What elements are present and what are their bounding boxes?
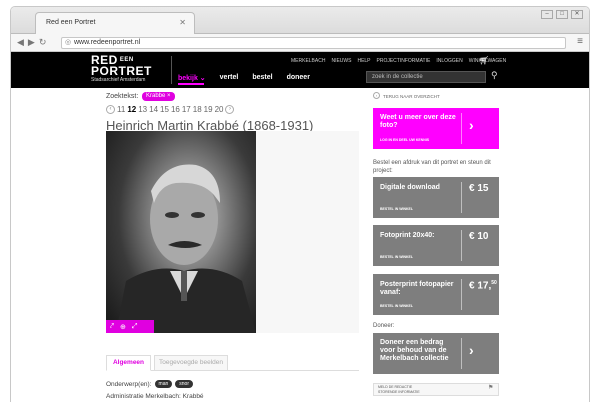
- tab-toegevoegde-beelden[interactable]: Toegevoegde beelden: [154, 355, 228, 371]
- nav-bekijk[interactable]: bekijk ⌄: [178, 74, 206, 82]
- flag-icon[interactable]: ⚑: [488, 385, 493, 391]
- box-separator: [461, 182, 462, 213]
- donate-box[interactable]: Doneer een bedrag voor behoud van de Mer…: [373, 333, 499, 374]
- site-logo[interactable]: RED EEN PORTRET Stadsarchief Amsterdam: [91, 54, 171, 84]
- close-window-icon[interactable]: ✕: [571, 10, 583, 19]
- onderwerp-row: Onderwerp(en): man snor: [106, 380, 193, 388]
- browser-tabbar: Red een Portret ✕ – □ ✕: [11, 7, 589, 34]
- photo-side-area: [256, 131, 359, 333]
- header-divider: [171, 56, 172, 84]
- subject-tag[interactable]: man: [154, 380, 173, 388]
- globe-icon: ◎: [65, 39, 72, 46]
- product-price: € 15: [469, 183, 489, 194]
- search-icon[interactable]: ⚲: [491, 70, 498, 81]
- maximize-icon[interactable]: □: [556, 10, 568, 19]
- chevron-right-icon[interactable]: ›: [469, 342, 474, 358]
- doneer-label: Doneer:: [373, 323, 395, 329]
- nav-bestel[interactable]: bestel: [252, 74, 272, 82]
- product-title: Fotoprint 20x40:: [380, 232, 435, 239]
- link-merkelbach[interactable]: MERKELBACH: [291, 58, 325, 64]
- logo-stadsarchief: Stadsarchief Amsterdam: [91, 77, 146, 83]
- tab-algemeen[interactable]: Algemeen: [106, 355, 151, 371]
- share-icon[interactable]: ⤤: [110, 323, 114, 331]
- product-price: € 10: [469, 231, 489, 242]
- subject-tag[interactable]: snor: [175, 380, 193, 388]
- bestel-intro: Bestel een afdruk van dit portret en ste…: [373, 160, 491, 174]
- page-link[interactable]: 17: [182, 105, 191, 114]
- order-link[interactable]: BESTEL IN WINKEL: [380, 255, 413, 259]
- page-link[interactable]: 15: [160, 105, 169, 114]
- search-term-tag[interactable]: Krabbe ×: [142, 92, 175, 101]
- box-separator: [461, 338, 462, 369]
- browser-window: Red een Portret ✕ – □ ✕ ◀▶↻ ◎ www.redeen…: [10, 6, 590, 402]
- link-projectinformatie[interactable]: PROJECTINFORMATIE: [377, 58, 431, 64]
- page-link[interactable]: 16: [171, 105, 180, 114]
- page-link[interactable]: 13: [138, 105, 147, 114]
- top-links: MERKELBACH NIEUWS HELP PROJECTINFORMATIE…: [291, 58, 506, 64]
- back-arrow-icon[interactable]: ‹: [373, 92, 380, 99]
- zoektekst-label: Zoektekst:: [106, 93, 139, 100]
- address-bar[interactable]: ◎ www.redeenportret.nl: [61, 37, 566, 49]
- url-text: www.redeenportret.nl: [74, 39, 141, 46]
- back-to-overview-link[interactable]: TERUG NAAR OVERZICHT: [383, 94, 509, 99]
- box-separator: [461, 279, 462, 310]
- window-controls: – □ ✕: [541, 10, 583, 19]
- cart-icon[interactable]: 🛒︎: [479, 56, 489, 65]
- info-box[interactable]: Weet u meer over deze foto? LOG IN EN DE…: [373, 108, 499, 149]
- logo-portret: PORTRET: [91, 64, 152, 78]
- prev-page-icon[interactable]: ‹: [106, 105, 115, 114]
- product-posterprint[interactable]: Posterprint fotopapier vanaf: BESTEL IN …: [373, 274, 499, 315]
- link-nieuws[interactable]: NIEUWS: [331, 58, 351, 64]
- page-link[interactable]: 18: [193, 105, 202, 114]
- info-box-title: Weet u meer over deze foto?: [380, 114, 456, 129]
- nav-vertel[interactable]: vertel: [220, 74, 239, 82]
- portrait-photo[interactable]: [106, 131, 256, 333]
- order-link[interactable]: BESTEL IN WINKEL: [380, 304, 413, 308]
- box-separator: [461, 230, 462, 261]
- browser-toolbar: ◀▶↻ ◎ www.redeenportret.nl ≡: [11, 34, 589, 52]
- onderwerp-label: Onderwerp(en):: [106, 380, 152, 388]
- product-title: Digitale download: [380, 184, 440, 191]
- detail-tabs: Algemeen Toegevoegde beelden: [106, 355, 359, 371]
- link-inloggen[interactable]: INLOGGEN: [436, 58, 462, 64]
- photo-actions-bar: ⤤ ⊕ ⤢: [106, 320, 154, 333]
- zoom-icon[interactable]: ⊕: [120, 323, 126, 331]
- product-title: Posterprint fotopapier vanaf:: [380, 281, 454, 296]
- info-box-sub[interactable]: LOG IN EN DEEL UW KENNIS: [380, 138, 429, 142]
- report-line2: STORENDE INFORMATIE: [378, 390, 420, 394]
- search-input[interactable]: zoek in de collectie: [366, 71, 486, 83]
- back-forward-icons[interactable]: ◀▶↻: [17, 37, 50, 48]
- browser-menu-icon[interactable]: ≡: [577, 36, 583, 47]
- browser-tab[interactable]: Red een Portret ✕: [35, 12, 195, 34]
- main-content: Zoektekst: Krabbe × ‹ 11 12 13 14 15 16 …: [11, 89, 589, 401]
- close-tab-icon[interactable]: ✕: [179, 13, 186, 33]
- page-link[interactable]: 14: [149, 105, 158, 114]
- logo-een: EEN: [119, 57, 134, 63]
- minimize-icon[interactable]: –: [541, 10, 553, 19]
- nav-doneer[interactable]: doneer: [287, 74, 310, 82]
- main-nav: bekijk ⌄ vertel bestel doneer: [178, 74, 310, 82]
- page-link[interactable]: 11: [117, 105, 125, 114]
- product-price: € 17,50: [469, 280, 497, 292]
- order-link[interactable]: BESTEL IN WINKEL: [380, 207, 413, 211]
- page-link[interactable]: 19: [204, 105, 213, 114]
- link-help[interactable]: HELP: [357, 58, 370, 64]
- donate-text: Doneer een bedrag voor behoud van de Mer…: [380, 339, 449, 362]
- tab-title: Red een Portret: [46, 19, 96, 26]
- chevron-right-icon[interactable]: ›: [469, 117, 474, 133]
- pagination: ‹ 11 12 13 14 15 16 17 18 19 20 ›: [106, 105, 235, 114]
- page-link-current[interactable]: 12: [127, 105, 136, 114]
- report-info-box[interactable]: MELD DE REDACTIE STORENDE INFORMATIE ⚑: [373, 383, 499, 396]
- box-separator: [461, 113, 462, 144]
- next-page-icon[interactable]: ›: [225, 105, 235, 114]
- fullscreen-icon[interactable]: ⤢: [132, 323, 138, 331]
- product-fotoprint[interactable]: Fotoprint 20x40: BESTEL IN WINKEL € 10: [373, 225, 499, 266]
- page-link[interactable]: 20: [215, 105, 224, 114]
- site-header: RED EEN PORTRET Stadsarchief Amsterdam be…: [11, 52, 589, 88]
- active-nav-indicator: [178, 83, 204, 85]
- product-digital-download[interactable]: Digitale download BESTEL IN WINKEL € 15: [373, 177, 499, 218]
- admin-line: Administratie Merkelbach: Krabbé: [106, 393, 204, 400]
